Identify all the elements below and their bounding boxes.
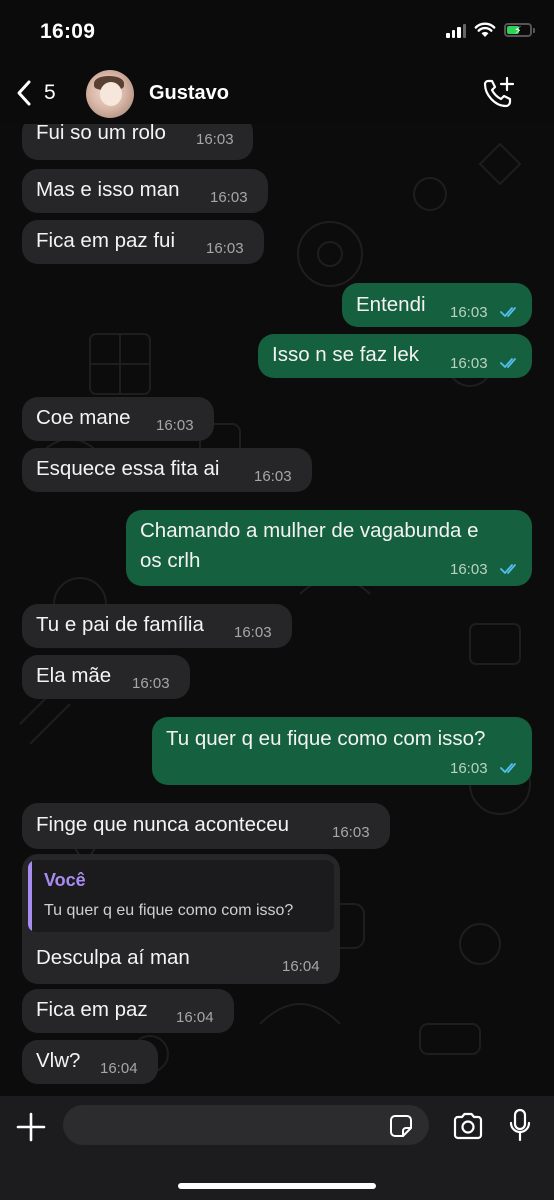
message-outgoing[interactable]: Entendi 16:03 — [342, 283, 532, 327]
message-text-line-1: Chamando a mulher de vagabunda e — [140, 519, 479, 542]
message-text: Entendi — [356, 293, 426, 316]
status-icons: ⚡ — [446, 22, 535, 38]
message-time: 16:03 — [206, 240, 244, 257]
message-incoming[interactable]: Ela mãe 16:03 — [22, 655, 190, 699]
message-time: 16:03 — [234, 624, 272, 641]
chat-header: 5 Gustavo — [0, 66, 554, 124]
message-time: 16:03 — [450, 304, 488, 321]
message-text: Vlw? — [36, 1049, 81, 1072]
microphone-icon[interactable] — [508, 1108, 532, 1142]
quoted-author: Você — [44, 870, 86, 890]
message-text: Coe mane — [36, 406, 131, 429]
sticker-icon[interactable] — [389, 1114, 413, 1138]
message-outgoing[interactable]: Isso n se faz lek 16:03 — [258, 334, 532, 378]
message-time: 16:03 — [450, 760, 488, 777]
message-incoming[interactable]: Vlw? 16:04 — [22, 1040, 158, 1084]
message-time: 16:03 — [450, 561, 488, 578]
message-text: Fica em paz fui — [36, 229, 175, 252]
back-button[interactable]: 5 — [14, 78, 56, 108]
message-time: 16:03 — [254, 468, 292, 485]
message-time: 16:03 — [332, 824, 370, 841]
message-incoming[interactable]: Fica em paz fui 16:03 — [22, 220, 264, 264]
message-incoming-reply[interactable]: Você Tu quer q eu fique como com isso? D… — [22, 854, 340, 984]
status-bar: 16:09 ⚡ — [0, 0, 554, 66]
double-check-icon — [500, 358, 516, 368]
message-input[interactable] — [63, 1105, 429, 1145]
wifi-icon — [474, 22, 496, 37]
phone-plus-icon[interactable] — [482, 76, 516, 110]
message-list[interactable]: Fui so um rolo 16:03 Mas e isso man 16:0… — [0, 124, 554, 1096]
message-outgoing[interactable]: Chamando a mulher de vagabunda e os crlh… — [126, 510, 532, 586]
message-text: Mas e isso man — [36, 178, 180, 201]
double-check-icon — [500, 307, 516, 317]
message-incoming[interactable]: Finge que nunca aconteceu 16:03 — [22, 803, 390, 849]
unread-count: 5 — [44, 81, 56, 104]
message-text: Tu e pai de família — [36, 613, 204, 636]
message-text-line-2: os crlh — [140, 549, 201, 572]
message-text: Ela mãe — [36, 664, 112, 687]
double-check-icon — [500, 763, 516, 773]
message-text: Esquece essa fita ai — [36, 457, 220, 480]
message-time: 16:03 — [196, 131, 234, 148]
message-time: 16:03 — [210, 189, 248, 206]
message-outgoing[interactable]: Tu quer q eu fique como com isso? 16:03 — [152, 717, 532, 785]
message-text: Desculpa aí man — [36, 946, 190, 969]
message-text: Fui so um rolo — [36, 124, 166, 144]
message-incoming[interactable]: Mas e isso man 16:03 — [22, 169, 268, 213]
battery-icon: ⚡ — [504, 23, 535, 37]
message-text: Fica em paz — [36, 998, 148, 1021]
message-time: 16:03 — [132, 675, 170, 692]
message-incoming[interactable]: Esquece essa fita ai 16:03 — [22, 448, 312, 492]
status-time: 16:09 — [40, 20, 96, 43]
double-check-icon — [500, 564, 516, 574]
message-text: Isso n se faz lek — [272, 343, 419, 366]
message-text: Tu quer q eu fique como com isso? — [166, 727, 486, 750]
quoted-text: Tu quer q eu fique como com isso? — [44, 902, 294, 919]
message-incoming[interactable]: Tu e pai de família 16:03 — [22, 604, 292, 648]
contact-avatar[interactable] — [86, 70, 134, 118]
message-time: 16:03 — [450, 355, 488, 372]
message-incoming[interactable]: Coe mane 16:03 — [22, 397, 214, 441]
message-incoming[interactable]: Fui so um rolo 16:03 — [22, 124, 253, 160]
quoted-message[interactable]: Você Tu quer q eu fique como com isso? — [28, 860, 334, 932]
camera-icon[interactable] — [452, 1112, 484, 1140]
contact-name[interactable]: Gustavo — [149, 82, 229, 105]
cellular-signal-icon — [446, 22, 466, 38]
message-text: Finge que nunca aconteceu — [36, 813, 290, 836]
message-time: 16:04 — [100, 1060, 138, 1077]
message-time: 16:04 — [176, 1009, 214, 1026]
home-indicator — [178, 1183, 376, 1189]
plus-icon[interactable] — [16, 1112, 46, 1142]
message-time: 16:04 — [282, 958, 320, 975]
composer-bar — [0, 1096, 554, 1200]
message-incoming[interactable]: Fica em paz 16:04 — [22, 989, 234, 1033]
chevron-left-icon — [17, 80, 31, 106]
message-time: 16:03 — [156, 417, 194, 434]
